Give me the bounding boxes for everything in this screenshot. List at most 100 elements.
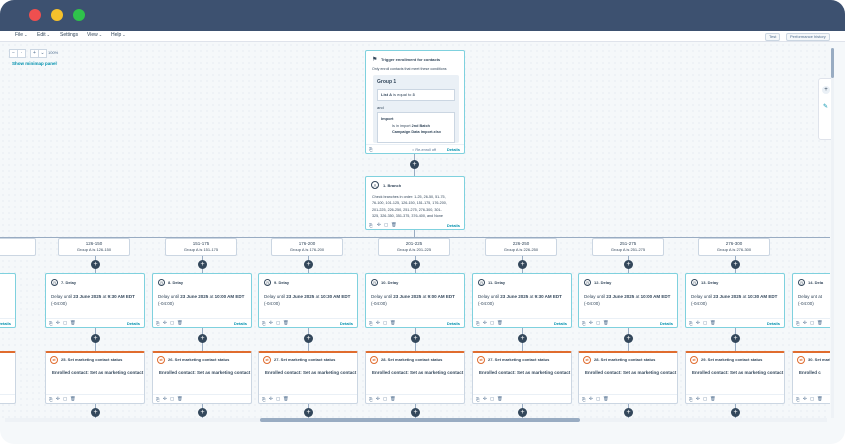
move-icon[interactable]: ✣ bbox=[269, 396, 273, 402]
delay-card[interactable]: ◷ 7. Delay Delay until 23 June 2025 at 9:3… bbox=[45, 273, 145, 328]
copy-icon[interactable]: ⎘ bbox=[262, 321, 266, 326]
delete-icon[interactable]: 🗑 bbox=[70, 320, 76, 326]
menu-file[interactable]: File⌄ bbox=[15, 32, 27, 38]
delete-icon[interactable]: 🗑 bbox=[283, 320, 289, 326]
add-icon[interactable]: + bbox=[822, 86, 830, 94]
clone-icon[interactable]: ▢ bbox=[383, 396, 387, 402]
add-action-button[interactable]: + bbox=[410, 160, 419, 169]
set-marketing-status-card[interactable]: ⇄30. Set marke Enrolled c ⎘✣▢🗑 bbox=[792, 351, 830, 404]
clone-icon[interactable]: ▢ bbox=[810, 396, 814, 402]
move-icon[interactable]: ✣ bbox=[589, 320, 593, 326]
copy-icon[interactable]: ⎘ bbox=[476, 397, 480, 402]
add-action-button[interactable]: + bbox=[518, 408, 527, 417]
delay-card[interactable]: ◷ 10. Delay Delay until 23 June 2025 at 9:… bbox=[365, 273, 465, 328]
add-action-button[interactable]: + bbox=[518, 334, 527, 343]
clone-icon[interactable]: ▢ bbox=[810, 320, 814, 326]
delete-icon[interactable]: 🗑 bbox=[390, 320, 396, 326]
delay-card[interactable]: ◷M EDT⎘✣▢🗑Details bbox=[0, 273, 16, 328]
delay-details-link[interactable]: Details bbox=[0, 321, 11, 326]
copy-icon[interactable]: ⎘ bbox=[156, 321, 160, 326]
copy-icon[interactable]: ⎘ bbox=[369, 321, 373, 326]
clone-icon[interactable]: ▢ bbox=[490, 320, 494, 326]
delete-icon[interactable]: 🗑 bbox=[70, 396, 76, 402]
condition-list-a[interactable]: List A is equal to 3 bbox=[377, 89, 455, 101]
copy-icon[interactable]: ⎘ bbox=[476, 321, 480, 326]
delay-details-link[interactable]: Details bbox=[340, 321, 353, 326]
move-icon[interactable]: ✣ bbox=[163, 396, 167, 402]
clone-icon[interactable]: ▢ bbox=[63, 320, 67, 326]
add-action-button[interactable]: + bbox=[624, 260, 633, 269]
trigger-card[interactable]: ⚑ Trigger enrollment for contacts Only e… bbox=[365, 50, 465, 154]
vertical-scroll-thumb[interactable] bbox=[831, 48, 834, 78]
delay-details-link[interactable]: Details bbox=[554, 321, 567, 326]
copy-icon[interactable]: ⎘ bbox=[796, 321, 800, 326]
move-icon[interactable]: ✣ bbox=[163, 320, 167, 326]
clone-icon[interactable]: ▢ bbox=[276, 320, 280, 326]
copy-icon[interactable]: ⎘ bbox=[796, 397, 800, 402]
move-icon[interactable]: ✣ bbox=[589, 396, 593, 402]
delay-card[interactable]: ◷14. Dela Delay unt at (-04:00) ⎘✣▢🗑Detail… bbox=[792, 273, 830, 328]
delay-details-link[interactable]: Details bbox=[660, 321, 673, 326]
add-action-button[interactable]: + bbox=[198, 260, 207, 269]
branch-condition-box[interactable]: 201-225 Group A is 201-225 bbox=[378, 238, 450, 256]
delete-icon[interactable]: 🗑 bbox=[603, 320, 609, 326]
copy-icon[interactable]: ⎘ bbox=[49, 397, 53, 402]
add-action-button[interactable]: + bbox=[91, 260, 100, 269]
move-icon[interactable]: ✣ bbox=[269, 320, 273, 326]
delay-card[interactable]: ◷ 11. Delay Delay until 23 June 2025 at 9:… bbox=[472, 273, 572, 328]
delay-card[interactable]: ◷ 9. Delay Delay until 23 June 2025 at 10:… bbox=[258, 273, 358, 328]
delay-details-link[interactable]: Details bbox=[447, 321, 460, 326]
add-action-button[interactable]: + bbox=[304, 334, 313, 343]
condition-import[interactable]: Import Is in import 2nd Batch Campaign D… bbox=[377, 112, 455, 143]
delete-icon[interactable]: 🗑 bbox=[391, 222, 397, 228]
add-action-button[interactable]: + bbox=[731, 260, 740, 269]
set-marketing-status-card[interactable]: ⇄ 27. Set marketing contact status Enrolle… bbox=[472, 351, 572, 404]
move-icon[interactable]: ✣ bbox=[376, 320, 380, 326]
menu-edit[interactable]: Edit⌄ bbox=[37, 32, 50, 38]
show-minimap-link[interactable]: Show minimap panel bbox=[12, 61, 57, 66]
move-icon[interactable]: ✣ bbox=[803, 396, 807, 402]
add-action-button[interactable]: + bbox=[304, 408, 313, 417]
branch-details-link[interactable]: Details bbox=[447, 223, 460, 228]
clone-icon[interactable]: ▢ bbox=[703, 396, 707, 402]
move-icon[interactable]: ✣ bbox=[696, 396, 700, 402]
zoom-reset-button[interactable]: · bbox=[17, 49, 26, 58]
add-action-button[interactable]: + bbox=[91, 334, 100, 343]
set-marketing-status-card[interactable]: ⇄ 25. Set marketing contact status Enrolle… bbox=[45, 351, 145, 404]
delete-icon[interactable]: 🗑 bbox=[283, 396, 289, 402]
set-marketing-status-card[interactable]: ⇄ 29. Set marketing contact status Enrolle… bbox=[685, 351, 785, 404]
menu-view[interactable]: View⌄ bbox=[87, 32, 102, 38]
horizontal-scrollbar[interactable] bbox=[5, 418, 827, 422]
copy-icon[interactable]: ⎘ bbox=[49, 321, 53, 326]
branch-condition-box[interactable]: 176-200 Group A is 176-200 bbox=[271, 238, 343, 256]
add-action-button[interactable]: + bbox=[198, 408, 207, 417]
set-marketing-status-card[interactable]: ⇄ 28. Set marketing contact status Enrolle… bbox=[365, 351, 465, 404]
branch-condition-box[interactable]: 151-175 Group A is 151-175 bbox=[165, 238, 237, 256]
reenroll-toggle[interactable]: ○ Re-enroll off bbox=[412, 148, 436, 152]
clone-icon[interactable]: ▢ bbox=[703, 320, 707, 326]
delay-details-link[interactable]: Details bbox=[234, 321, 247, 326]
copy-icon[interactable]: ⎘ bbox=[369, 147, 373, 152]
clone-icon[interactable]: ▢ bbox=[63, 396, 67, 402]
branch-card[interactable]: ⋀ 1. Branch Check branches in order: 1-2… bbox=[365, 176, 465, 230]
set-marketing-status-card[interactable]: ⇄ 26. Set marketing contact status Enrolle… bbox=[152, 351, 252, 404]
workflow-canvas[interactable]: − · + ⌄ 100% Show minimap panel ⚑ Trigge… bbox=[0, 42, 830, 422]
add-action-button[interactable]: + bbox=[624, 408, 633, 417]
add-action-button[interactable]: + bbox=[411, 408, 420, 417]
add-action-button[interactable]: + bbox=[731, 408, 740, 417]
move-icon[interactable]: ✣ bbox=[696, 320, 700, 326]
delete-icon[interactable]: 🗑 bbox=[497, 396, 503, 402]
move-icon[interactable]: ✣ bbox=[803, 320, 807, 326]
copy-icon[interactable]: ⎘ bbox=[369, 223, 373, 228]
delete-icon[interactable]: 🗑 bbox=[497, 320, 503, 326]
delay-card[interactable]: ◷ 8. Delay Delay until 23 June 2025 at 10:… bbox=[152, 273, 252, 328]
move-icon[interactable]: ✣ bbox=[376, 396, 380, 402]
branch-condition-box[interactable] bbox=[0, 238, 36, 256]
copy-icon[interactable]: ⎘ bbox=[689, 321, 693, 326]
menu-help[interactable]: Help⌄ bbox=[111, 32, 126, 38]
set-marketing-status-card[interactable]: ⇄contact⎘✣▢🗑 bbox=[0, 351, 16, 404]
branch-condition-box[interactable]: 126-150 Group A is 126-150 bbox=[58, 238, 130, 256]
copy-icon[interactable]: ⎘ bbox=[582, 397, 586, 402]
add-action-button[interactable]: + bbox=[304, 260, 313, 269]
set-marketing-status-card[interactable]: ⇄ 27. Set marketing contact status Enrolle… bbox=[258, 351, 358, 404]
